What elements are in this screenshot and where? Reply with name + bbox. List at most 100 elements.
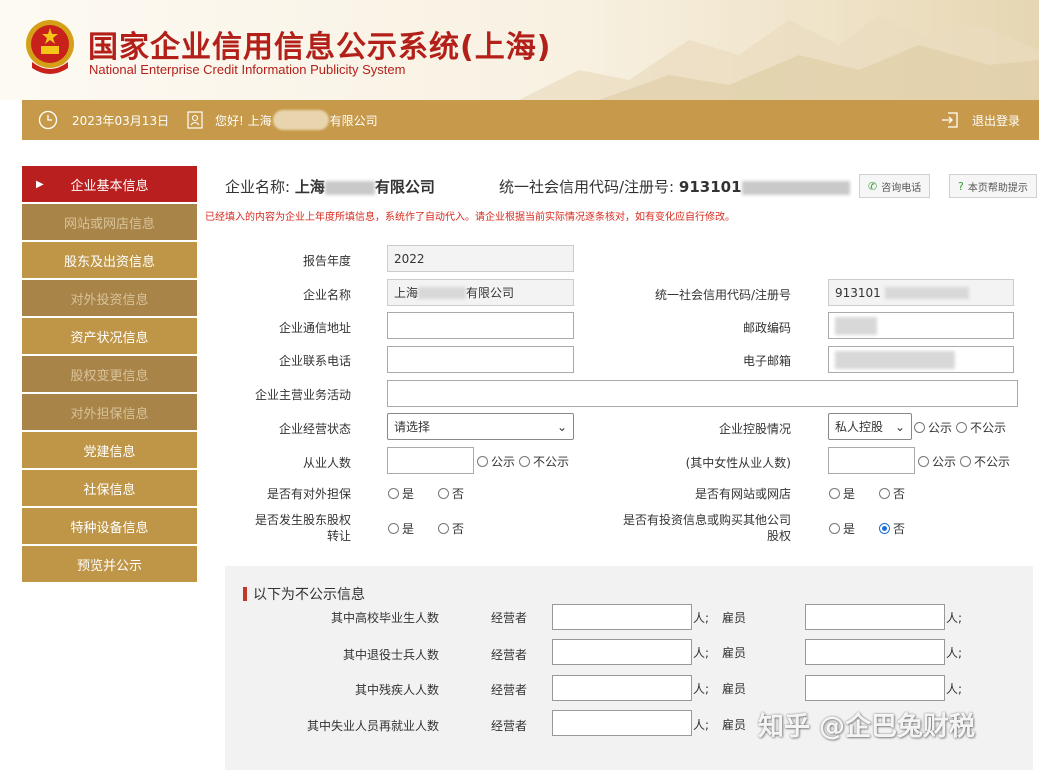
status-select-value: 请选择 (394, 420, 431, 434)
veterans-operator-input[interactable] (552, 639, 692, 665)
equity-transfer-no-radio[interactable]: 否 (438, 520, 464, 537)
website-yes-radio[interactable]: 是 (829, 485, 855, 502)
investment-label-line1: 是否有投资信息或购买其他公司 (622, 513, 791, 527)
employee-label: 雇员 (722, 718, 747, 732)
holding-not-public-radio[interactable]: 不公示 (956, 419, 1006, 436)
page-help-button[interactable]: ? 本页帮助提示 (949, 174, 1037, 198)
status-select[interactable]: 请选择 ⌄ (387, 413, 574, 440)
non-public-title: 以下为不公示信息 (243, 584, 365, 604)
sidebar-item-party[interactable]: 党建信息 (22, 432, 197, 468)
postcode-input[interactable] (828, 312, 1014, 339)
site-subtitle: National Enterprise Credit Information P… (89, 62, 406, 77)
unit-label: 人; (946, 646, 963, 660)
radio-label: 否 (893, 487, 906, 501)
credit-code-value-prefix: 913101 (835, 285, 881, 300)
disabled-employee-input[interactable] (805, 675, 945, 701)
greeting-prefix: 您好! 上海 (215, 113, 272, 128)
sidebar-item-label: 资产状况信息 (70, 330, 149, 346)
veterans-employee-input[interactable] (805, 639, 945, 665)
sidebar-item-preview-publish[interactable]: 预览并公示 (22, 546, 197, 582)
email-input[interactable] (828, 346, 1014, 373)
sidebar-item-label: 网站或网店信息 (63, 216, 155, 232)
reemployed-operator-input[interactable] (552, 710, 692, 736)
watermark: 知乎 @企巴兔财税 (758, 712, 976, 742)
radio-circle (829, 523, 840, 534)
report-year-field[interactable]: 2022 (387, 245, 574, 272)
consult-phone-button[interactable]: ✆ 咨询电话 (859, 174, 931, 198)
employees-input[interactable] (387, 447, 474, 474)
disabled-operator-input[interactable] (552, 675, 692, 701)
female-employees-label: (其中女性从业人数) (685, 456, 791, 470)
sidebar-item-shareholders[interactable]: 股东及出资信息 (22, 242, 197, 278)
business-input[interactable] (387, 380, 1018, 407)
employees-label: 从业人数 (302, 456, 351, 470)
credit-code-field[interactable]: 913101 (828, 279, 1014, 306)
title-accent-bar (243, 587, 247, 601)
chevron-down-icon: ⌄ (894, 419, 905, 434)
operator-label: 经营者 (491, 683, 528, 697)
sidebar-item-basic-info[interactable]: 企业基本信息 (22, 166, 197, 202)
radio-label: 不公示 (533, 455, 570, 469)
graduates-operator-input[interactable] (552, 604, 692, 630)
address-input[interactable] (387, 312, 574, 339)
sidebar-item-social-security[interactable]: 社保信息 (22, 470, 197, 506)
email-label: 电子邮箱 (742, 354, 791, 368)
help-icon: ? (958, 179, 964, 193)
company-name-value-suffix: 有限公司 (466, 286, 515, 300)
holding-select[interactable]: 私人控股 ⌄ (828, 413, 912, 440)
phone-input[interactable] (387, 346, 574, 373)
graduates-employee-input[interactable] (805, 604, 945, 630)
national-emblem-icon (26, 20, 74, 74)
holding-label: 企业控股情况 (718, 422, 791, 436)
radio-circle (960, 456, 972, 467)
mountain-background (519, 15, 1039, 100)
female-employees-input[interactable] (828, 447, 915, 474)
logout-button[interactable]: 退出登录 (940, 100, 1020, 140)
redacted-credit-code (741, 180, 850, 195)
redacted-company-field (418, 286, 467, 299)
sidebar-item-equity-change[interactable]: 股权变更信息 (22, 356, 197, 392)
sidebar-item-website[interactable]: 网站或网店信息 (22, 204, 197, 240)
guarantee-no-radio[interactable]: 否 (438, 485, 464, 502)
unit-label: 人; (693, 646, 710, 660)
sidebar-item-special-equipment[interactable]: 特种设备信息 (22, 508, 197, 544)
redacted-name (272, 110, 329, 130)
clock-icon (38, 110, 58, 130)
employees-not-public-radio[interactable]: 不公示 (519, 453, 569, 470)
radio-circle (477, 456, 488, 467)
company-name-field[interactable]: 上海 有限公司 (387, 279, 574, 306)
sidebar-item-assets[interactable]: 资产状况信息 (22, 318, 197, 354)
investment-yes-radio[interactable]: 是 (829, 520, 855, 537)
guarantee-label: 是否有对外担保 (266, 487, 351, 501)
radio-label: 是 (402, 487, 415, 501)
website-no-radio[interactable]: 否 (879, 485, 905, 502)
investment-label: 是否有投资信息或购买其他公司 股权 (623, 512, 791, 544)
sidebar-item-label: 对外担保信息 (70, 406, 149, 422)
redacted-company (324, 180, 375, 195)
sidebar-item-guarantee[interactable]: 对外担保信息 (22, 394, 197, 430)
radio-circle (829, 488, 840, 499)
female-not-public-radio[interactable]: 不公示 (960, 453, 1010, 470)
sidebar-item-investment[interactable]: 对外投资信息 (22, 280, 197, 316)
employees-publicity-radios: 公示 不公示 (477, 453, 573, 470)
employees-public-radio[interactable]: 公示 (477, 453, 515, 470)
redacted-email (835, 350, 955, 369)
redacted-postcode (835, 316, 877, 335)
sidebar-item-label: 特种设备信息 (70, 520, 149, 536)
female-public-radio[interactable]: 公示 (918, 453, 956, 470)
address-label: 企业通信地址 (278, 321, 351, 335)
operator-label: 经营者 (491, 611, 528, 625)
radio-circle (956, 422, 968, 433)
company-name-value-prefix: 上海 (394, 286, 419, 300)
site-header: 国家企业信用信息公示系统(上海) National Enterprise Cre… (0, 0, 1039, 100)
status-label: 企业经营状态 (278, 422, 351, 436)
phone-icon: ✆ (868, 179, 878, 193)
unit-label: 人; (693, 718, 710, 732)
radio-circle (914, 422, 925, 433)
equity-transfer-yes-radio[interactable]: 是 (388, 520, 414, 537)
holding-public-radio[interactable]: 公示 (914, 419, 952, 436)
guarantee-yes-radio[interactable]: 是 (388, 485, 414, 502)
investment-no-radio[interactable]: 否 (879, 520, 905, 537)
credit-code-label: 统一社会信用代码/注册号: (499, 178, 675, 196)
credit-code-prefix: 913101 (678, 178, 742, 196)
